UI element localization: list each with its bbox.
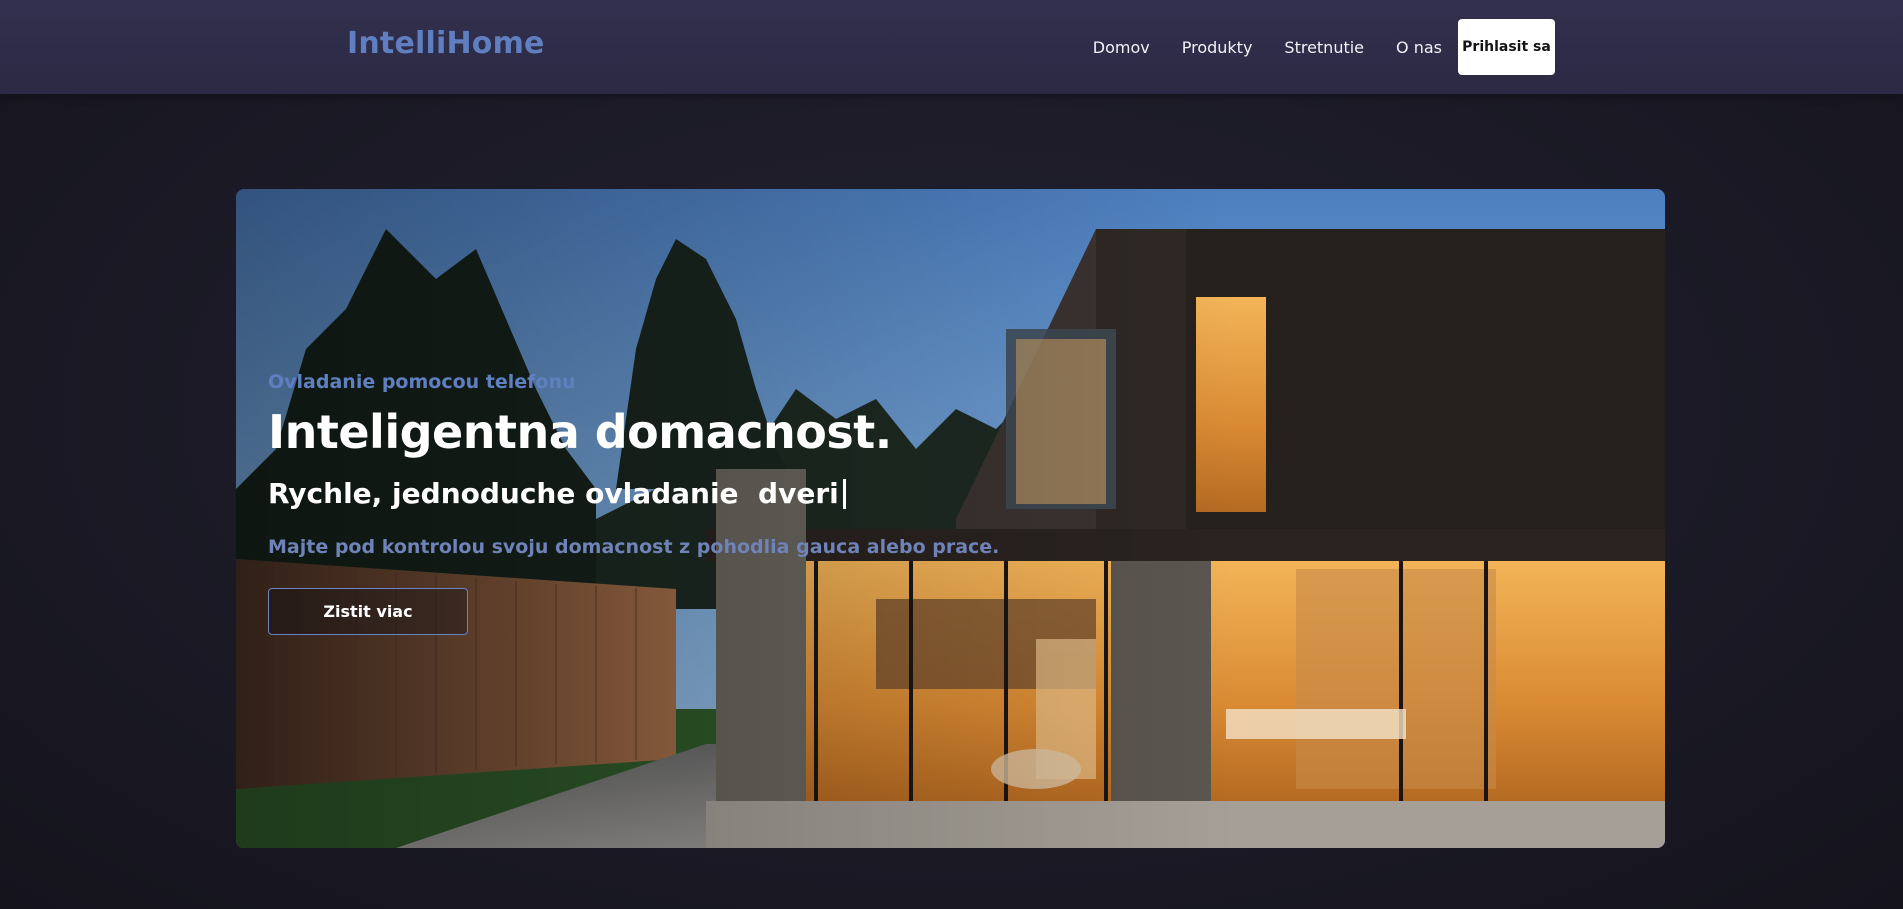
logo[interactable]: IntelliHome — [347, 26, 545, 61]
typing-cursor — [842, 478, 846, 509]
hero-content: Ovladanie pomocou telefonu Inteligentna … — [268, 371, 999, 635]
nav-link-produkty[interactable]: Produkty — [1182, 38, 1253, 57]
nav-menu: Domov Produkty Stretnutie O nas Prihlasi… — [1077, 19, 1555, 75]
hero-subtitle-line: Rychle, jednoduche ovladanie dveri — [268, 477, 999, 510]
navbar: IntelliHome Domov Produkty Stretnutie O … — [0, 0, 1903, 94]
hero-banner: Ovladanie pomocou telefonu Inteligentna … — [236, 189, 1665, 848]
hero-title: Inteligentna domacnost. — [268, 405, 892, 459]
hero-description: Majte pod kontrolou svoju domacnost z po… — [268, 536, 1000, 558]
login-button[interactable]: Prihlasit sa — [1458, 19, 1555, 75]
hero-subtitle: Rychle, jednoduche ovladanie dveri — [268, 477, 839, 510]
nav-link-o-nas[interactable]: O nas — [1396, 38, 1442, 57]
nav-link-stretnutie[interactable]: Stretnutie — [1284, 38, 1364, 57]
learn-more-button[interactable]: Zistit viac — [268, 588, 468, 635]
hero-eyebrow: Ovladanie pomocou telefonu — [268, 371, 576, 393]
nav-link-domov[interactable]: Domov — [1093, 38, 1150, 57]
